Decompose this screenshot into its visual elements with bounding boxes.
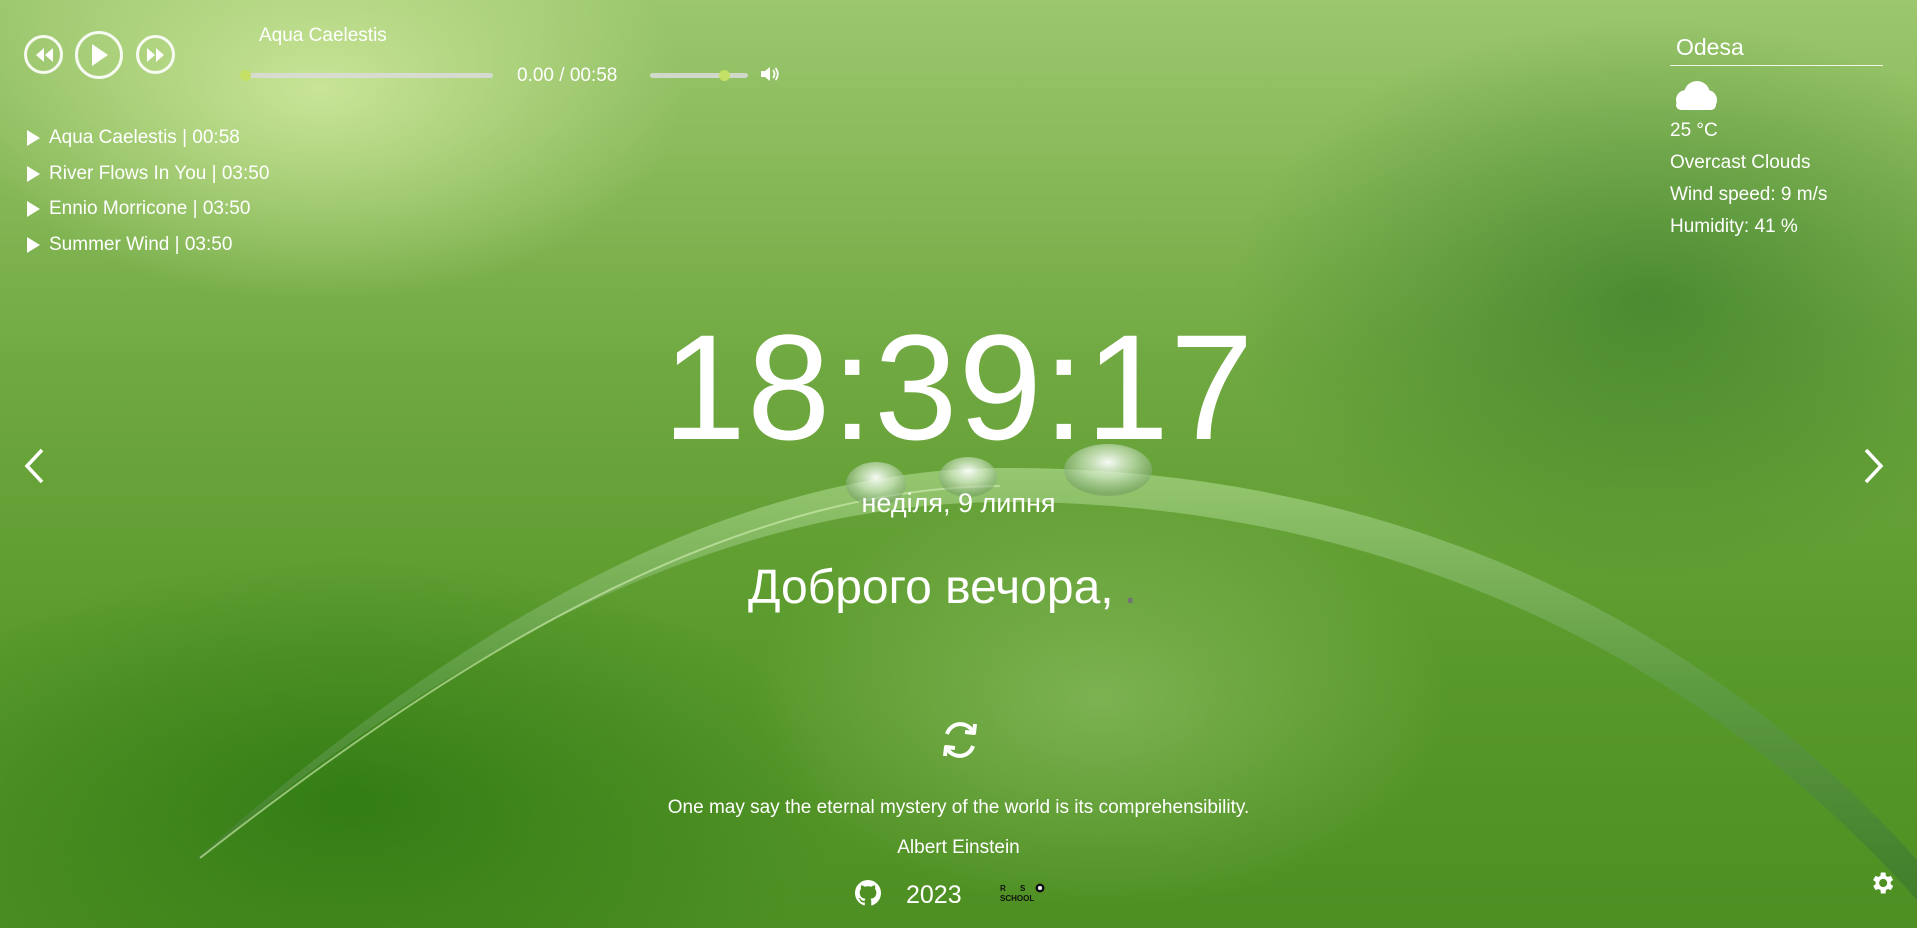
play-button[interactable] [75, 31, 123, 79]
next-button[interactable] [136, 35, 175, 74]
city-input[interactable] [1670, 30, 1883, 66]
rs-school-logo[interactable]: R S SCHOOL [998, 882, 1052, 909]
name-input[interactable] [1113, 560, 1294, 615]
play-icon [27, 165, 40, 182]
volume-slider[interactable] [650, 70, 748, 81]
greeting-container: Доброго вечора, [748, 560, 1294, 615]
rewind-icon [35, 47, 53, 62]
progress-bar[interactable] [240, 70, 493, 81]
settings-button[interactable] [1868, 869, 1896, 902]
play-icon [27, 201, 40, 217]
change-quote-button[interactable] [938, 718, 982, 767]
track-time: 0.00 / 00:58 [517, 65, 618, 86]
footer-year: 2023 [906, 881, 962, 909]
volume-handle[interactable] [719, 70, 731, 81]
play-icon [27, 236, 40, 253]
gear-icon [1873, 872, 1894, 894]
refresh-icon [943, 722, 977, 758]
github-icon[interactable] [855, 880, 881, 911]
fast-forward-icon [146, 47, 164, 62]
quote-author: Albert Einstein [897, 837, 1020, 858]
svg-text:SCHOOL: SCHOOL [1000, 894, 1034, 903]
playlist-item[interactable]: River Flows In You | 03:50 [27, 163, 269, 199]
temperature: 25 °C [1670, 120, 1718, 141]
footer: 2023 R S SCHOOL [855, 880, 1052, 911]
greeting-text: Доброго вечора, [748, 561, 1114, 614]
volume-icon[interactable] [761, 66, 781, 87]
date: неділя, 9 липня [861, 488, 1056, 518]
playlist: Aqua Caelestis | 00:58 River Flows In Yo… [27, 127, 269, 269]
svg-text:R: R [1000, 884, 1006, 893]
playlist-item[interactable]: Ennio Morricone | 03:50 [27, 198, 269, 234]
quote-text: One may say the eternal mystery of the w… [667, 797, 1250, 818]
play-icon [27, 130, 40, 146]
svg-text:S: S [1020, 884, 1026, 893]
play-icon [92, 44, 108, 66]
weather-description: Overcast Clouds [1670, 152, 1811, 173]
playlist-item[interactable]: Aqua Caelestis | 00:58 [27, 127, 269, 163]
clock: 18:39:17 [662, 303, 1255, 471]
progress-handle[interactable] [240, 70, 251, 81]
current-track-title: Aqua Caelestis [259, 25, 387, 46]
cloud-icon [1670, 80, 1883, 116]
weather-widget: 25 °C Overcast Clouds Wind speed: 9 m/s … [1670, 30, 1883, 248]
previous-button[interactable] [24, 35, 63, 74]
humidity: Humidity: 41 % [1670, 216, 1798, 237]
wind-speed: Wind speed: 9 m/s [1670, 184, 1828, 205]
playlist-item[interactable]: Summer Wind | 03:50 [27, 234, 269, 270]
